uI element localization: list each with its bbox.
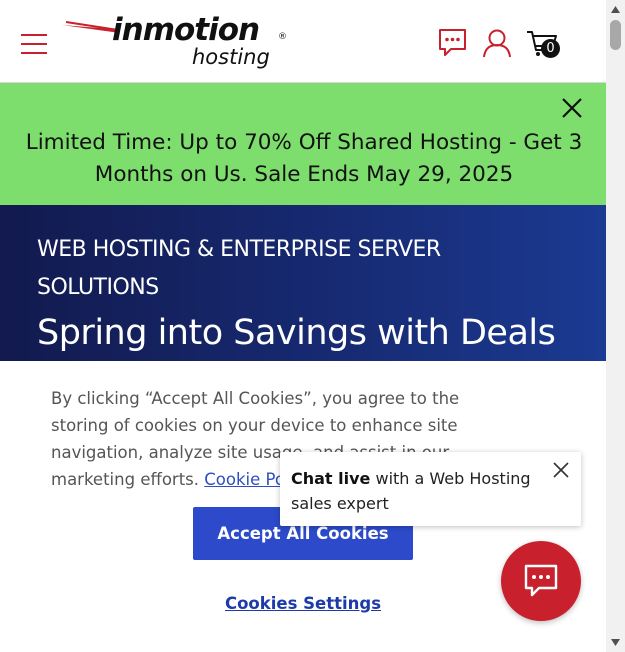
hamburger-menu-icon[interactable] [21,34,47,54]
promo-text[interactable]: Limited Time: Up to 70% Off Shared Hosti… [14,127,594,191]
logo-registered-mark: ® [278,32,287,42]
chat-bubble-icon[interactable] [438,28,468,58]
scroll-up-arrow-icon[interactable] [610,5,621,14]
chat-tooltip-bold: Chat live [291,469,371,488]
chat-launcher-button[interactable] [501,541,581,621]
scroll-down-arrow-icon[interactable] [610,638,621,647]
close-icon[interactable] [561,97,583,119]
promo-banner[interactable]: Limited Time: Up to 70% Off Shared Hosti… [0,83,606,205]
site-header: inmotion ® hosting 0 [0,0,606,83]
hero-section: WEB HOSTING & ENTERPRISE SERVER SOLUTION… [0,205,606,365]
scrollbar-thumb[interactable] [610,20,621,50]
logo[interactable]: inmotion ® hosting [60,12,290,74]
hero-title: Spring into Savings with Deals [37,313,556,353]
chat-tooltip[interactable]: Chat live with a Web Hosting sales exper… [280,452,581,526]
cart-count-badge: 0 [541,39,560,58]
chat-tooltip-text: Chat live with a Web Hosting sales exper… [291,466,559,516]
logo-brand: inmotion [112,12,260,48]
hero-eyebrow: WEB HOSTING & ENTERPRISE SERVER SOLUTION… [37,237,441,300]
logo-subtitle: hosting [192,45,270,69]
user-account-icon[interactable] [482,28,512,58]
close-icon[interactable] [552,461,570,479]
vertical-scrollbar[interactable] [606,0,625,652]
cookies-settings-button[interactable]: Cookies Settings [193,594,413,613]
page: inmotion ® hosting 0 Limited Time: Up to… [0,0,606,652]
chat-bubble-icon [524,564,558,597]
